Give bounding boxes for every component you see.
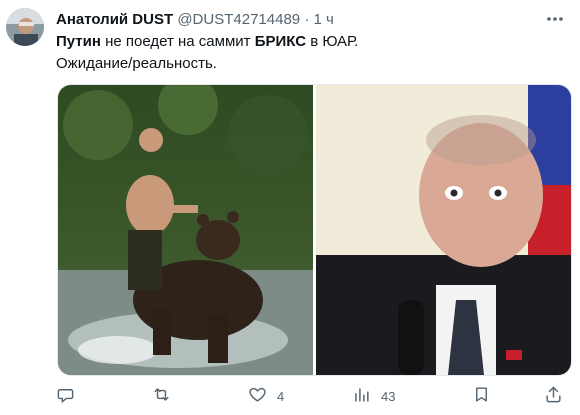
text-segment-1: не поедет на саммит [100, 33, 255, 50]
like-icon [248, 385, 267, 407]
media-image-reality[interactable] [316, 85, 571, 375]
retweet-icon [152, 385, 171, 407]
media-image-expectation[interactable] [58, 85, 313, 375]
bold-brics: БРИКС [254, 33, 307, 50]
share-icon [544, 385, 563, 407]
reply-button[interactable] [56, 385, 85, 407]
tweet: Анатолий DUST @DUST42714489 · 1 ч Путин … [0, 0, 580, 415]
tweet-text: Путин не поедет на саммит БРИКС в ЮАР. О… [56, 31, 358, 75]
bookmark-button[interactable] [472, 385, 491, 407]
bookmark-icon [472, 385, 491, 407]
share-button[interactable] [544, 385, 563, 407]
media-grid [57, 84, 572, 376]
tweet-header: Анатолий DUST @DUST42714489 · 1 ч [56, 10, 334, 30]
like-count: 4 [277, 388, 285, 404]
like-button[interactable]: 4 [248, 385, 284, 407]
separator-dot: · [304, 11, 310, 28]
views-button[interactable]: 43 [352, 385, 395, 407]
bold-putin: Путин [56, 33, 101, 50]
more-icon[interactable] [544, 8, 566, 30]
tweet-actions: 4 43 [56, 385, 576, 407]
avatar[interactable] [6, 8, 44, 46]
views-icon [352, 385, 371, 407]
tweet-line-2: Ожидание/реальность. [56, 55, 217, 72]
tweet-line-1: Путин не поедет на саммит БРИКС в ЮАР. [56, 31, 358, 53]
author-display-name[interactable]: Анатолий DUST [56, 11, 173, 28]
tweet-time[interactable]: 1 ч [313, 11, 333, 28]
author-handle[interactable]: @DUST42714489 [177, 11, 300, 28]
views-count: 43 [381, 388, 396, 404]
text-segment-2: в ЮАР. [306, 33, 359, 50]
retweet-button[interactable] [152, 385, 181, 407]
reply-icon [56, 385, 75, 407]
